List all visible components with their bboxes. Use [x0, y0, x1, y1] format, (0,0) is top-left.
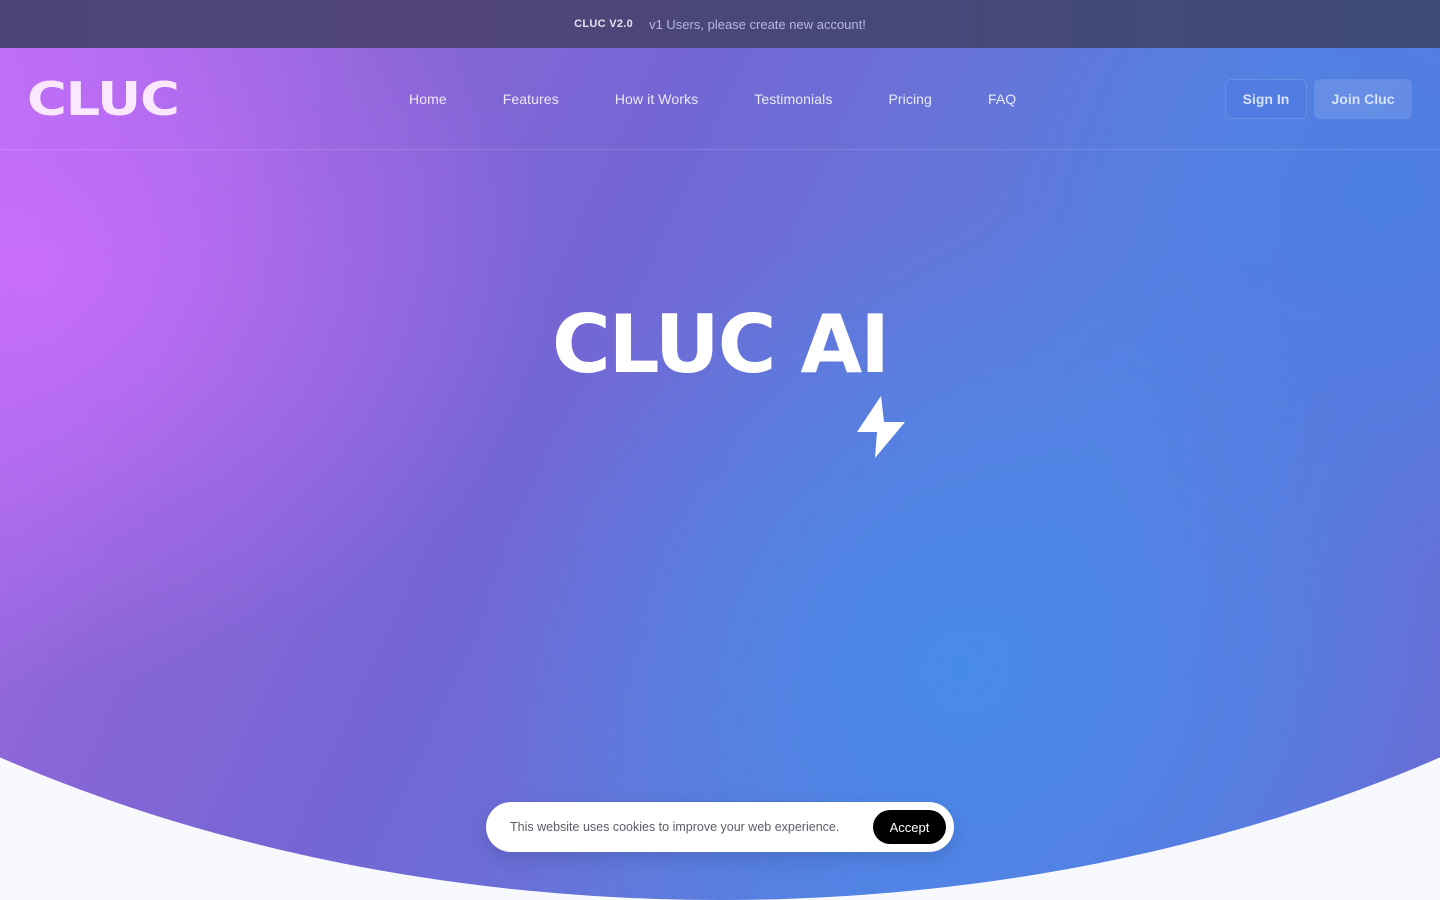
version-badge: CLUC V2.0 — [574, 18, 634, 30]
lightning-bolt-icon — [857, 396, 905, 458]
main-nav: Home Features How it Works Testimonials … — [409, 91, 1072, 107]
nav-faq[interactable]: FAQ — [988, 91, 1016, 107]
sign-in-button[interactable]: Sign In — [1225, 79, 1307, 119]
announcement-bar: CLUC V2.0 v1 Users, please create new ac… — [0, 0, 1440, 48]
cookie-banner: This website uses cookies to improve you… — [486, 802, 954, 852]
hero-title: CLUC AI — [551, 298, 890, 391]
nav-home[interactable]: Home — [409, 91, 447, 107]
nav-pricing[interactable]: Pricing — [888, 91, 932, 107]
announcement-message: v1 Users, please create new account! — [649, 16, 866, 32]
cookie-message: This website uses cookies to improve you… — [510, 820, 840, 834]
join-button[interactable]: Join Cluc — [1314, 79, 1412, 119]
site-header: CLUC Home Features How it Works Testimon… — [0, 48, 1440, 150]
logo[interactable]: CLUC — [27, 72, 180, 126]
nav-features[interactable]: Features — [503, 91, 559, 107]
accept-cookies-button[interactable]: Accept — [873, 810, 946, 844]
nav-testimonials[interactable]: Testimonials — [754, 91, 832, 107]
nav-how-it-works[interactable]: How it Works — [615, 91, 698, 107]
hero-background — [0, 48, 1440, 900]
